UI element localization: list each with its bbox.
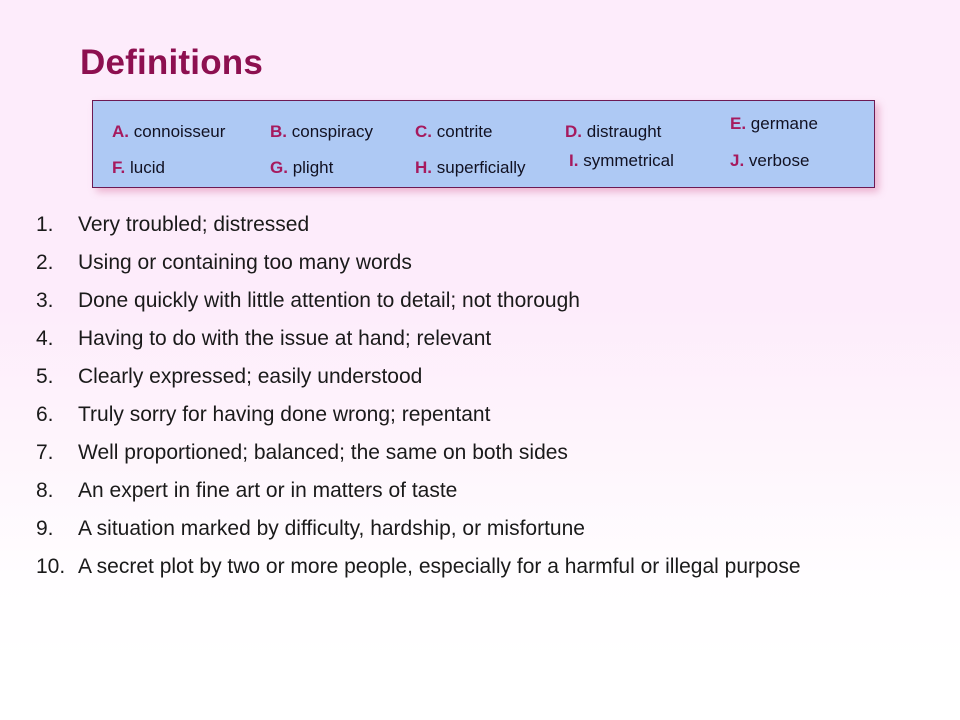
word-bank-letter-h: H.	[415, 158, 432, 177]
word-bank-word-i: symmetrical	[583, 151, 674, 170]
word-bank-letter-c: C.	[415, 122, 432, 141]
list-item-text: A secret plot by two or more people, esp…	[78, 555, 801, 578]
page-title: Definitions	[80, 43, 264, 82]
list-item: 1. Very troubled; distressed	[36, 210, 926, 240]
word-bank-entry-e: E. germane	[730, 114, 818, 134]
word-bank-word-b: conspiracy	[291, 122, 373, 141]
list-item: 8. An expert in fine art or in matters o…	[36, 476, 926, 506]
list-item: 7. Well proportioned; balanced; the same…	[36, 438, 926, 468]
word-bank-entry-j: J. verbose	[730, 151, 809, 171]
list-item-text: Done quickly with little attention to de…	[78, 289, 580, 312]
list-item-number: 9.	[36, 517, 54, 540]
slide-canvas: Definitions A. connoisseur B. conspiracy…	[0, 0, 960, 720]
list-item-text: An expert in fine art or in matters of t…	[78, 479, 458, 502]
word-bank-letter-g: G.	[270, 158, 288, 177]
list-item: 5. Clearly expressed; easily understood	[36, 362, 926, 392]
word-bank-entry-h: H. superficially	[415, 158, 526, 178]
word-bank-word-d: distraught	[586, 122, 662, 141]
list-item-text: Well proportioned; balanced; the same on…	[78, 441, 568, 464]
word-bank-word-h: superficially	[436, 158, 526, 177]
list-item: 9. A situation marked by difficulty, har…	[36, 514, 926, 544]
definitions-list: 1. Very troubled; distressed 2. Using or…	[36, 210, 926, 590]
word-bank-box: A. connoisseur B. conspiracy C. contrite…	[92, 100, 875, 188]
word-bank-entry-d: D. distraught	[565, 122, 661, 142]
list-item-text: Using or containing too many words	[78, 251, 412, 274]
list-item-text: Truly sorry for having done wrong; repen…	[78, 403, 491, 426]
word-bank-entry-i: I. symmetrical	[569, 151, 674, 171]
list-item-text: Having to do with the issue at hand; rel…	[78, 327, 492, 350]
word-bank-entry-f: F. lucid	[112, 158, 165, 178]
list-item-text: Clearly expressed; easily understood	[78, 365, 423, 388]
list-item: 10. A secret plot by two or more people,…	[36, 552, 926, 582]
list-item-number: 4.	[36, 327, 54, 350]
list-item-text: A situation marked by difficulty, hardsh…	[78, 517, 585, 540]
word-bank-entry-c: C. contrite	[415, 122, 492, 142]
list-item-number: 7.	[36, 441, 54, 464]
list-item-number: 6.	[36, 403, 54, 426]
word-bank-word-c: contrite	[436, 122, 493, 141]
list-item-number: 8.	[36, 479, 54, 502]
word-bank-letter-a: A.	[112, 122, 129, 141]
word-bank-word-j: verbose	[748, 151, 810, 170]
list-item-number: 5.	[36, 365, 54, 388]
word-bank-entry-a: A. connoisseur	[112, 122, 225, 142]
word-bank-word-e: germane	[750, 114, 818, 133]
word-bank-letter-j: J.	[730, 151, 745, 170]
word-bank-word-f: lucid	[129, 158, 165, 177]
word-bank-entry-g: G. plight	[270, 158, 333, 178]
word-bank-letter-d: D.	[565, 122, 582, 141]
word-bank-letter-b: B.	[270, 122, 287, 141]
list-item-number: 10.	[36, 555, 66, 578]
word-bank-letter-f: F.	[112, 158, 126, 177]
word-bank-entry-b: B. conspiracy	[270, 122, 373, 142]
list-item-number: 3.	[36, 289, 54, 312]
word-bank-word-a: connoisseur	[133, 122, 226, 141]
list-item: 3. Done quickly with little attention to…	[36, 286, 926, 316]
word-bank-word-g: plight	[292, 158, 334, 177]
list-item: 4. Having to do with the issue at hand; …	[36, 324, 926, 354]
word-bank-letter-e: E.	[730, 114, 747, 133]
list-item-number: 1.	[36, 213, 54, 236]
list-item-text: Very troubled; distressed	[78, 213, 310, 236]
word-bank-letter-i: I.	[569, 151, 579, 170]
list-item: 2. Using or containing too many words	[36, 248, 926, 278]
list-item-number: 2.	[36, 251, 54, 274]
list-item: 6. Truly sorry for having done wrong; re…	[36, 400, 926, 430]
